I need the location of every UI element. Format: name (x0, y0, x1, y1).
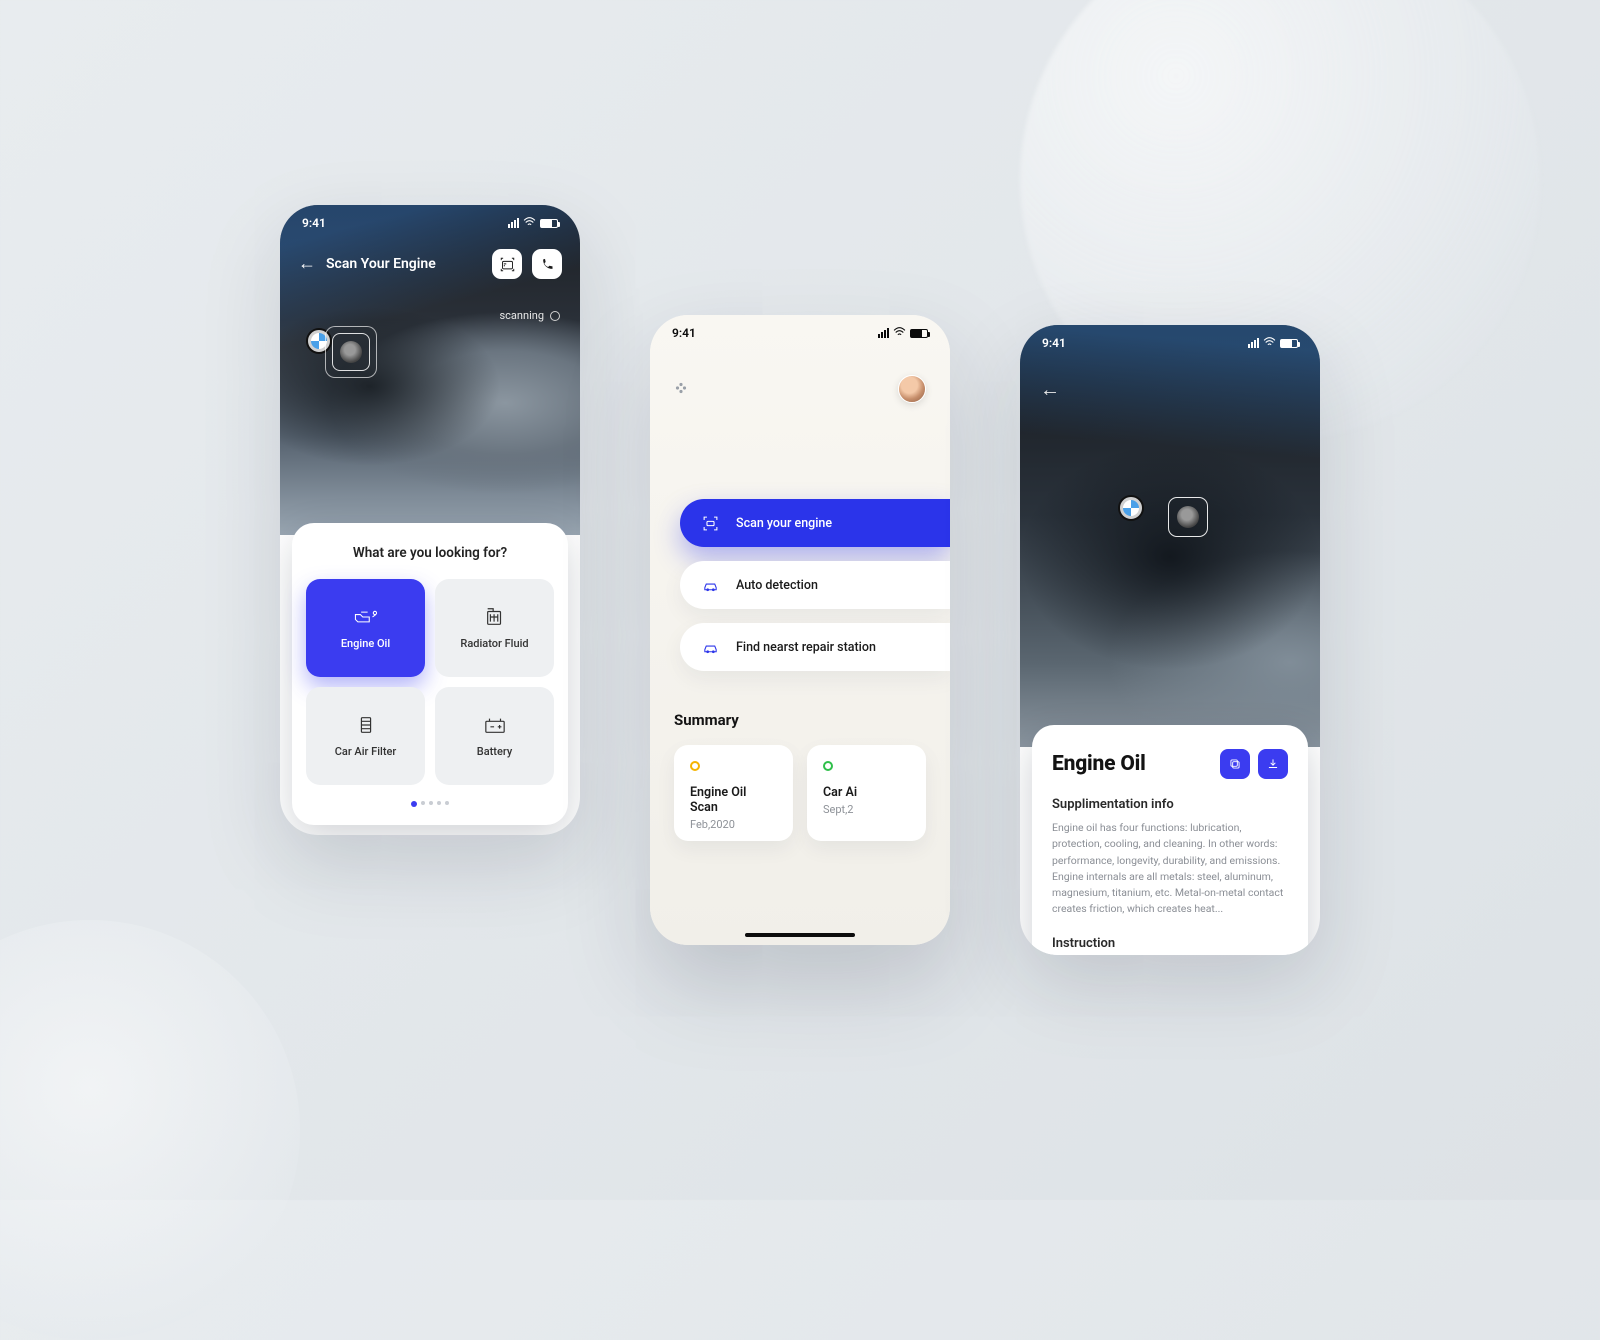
summary-heading: Summary (674, 711, 926, 729)
page-indicator (306, 801, 554, 807)
wifi-icon (893, 327, 906, 340)
action-list: Scan your engine Auto detection Find nea… (650, 499, 950, 671)
phone-scan-screen: 9:41 ← Scan Your Engine scanning What ar… (280, 205, 580, 835)
phone-home-screen: 9:41 Scan your engine (650, 315, 950, 945)
scan-status-indicator-icon (550, 311, 560, 321)
action-label: Auto detection (736, 578, 818, 593)
status-time: 9:41 (1042, 336, 1066, 350)
tile-label: Radiator Fluid (460, 637, 528, 650)
summary-card-date: Sept,2 (823, 803, 910, 816)
battery-icon (910, 329, 928, 338)
home-indicator[interactable] (745, 933, 855, 937)
tile-label: Engine Oil (341, 637, 390, 650)
section-body: Engine oil has four functions: lubricati… (1052, 820, 1288, 918)
action-find-repair[interactable]: Find nearst repair station (680, 623, 950, 671)
action-label: Find nearst repair station (736, 640, 876, 655)
status-dot-icon (823, 761, 833, 771)
category-sheet: What are you looking for? Engine Oil Rad… (292, 523, 568, 825)
action-label: Scan your engine (736, 516, 832, 531)
tile-label: Battery (477, 745, 512, 758)
action-auto-detection[interactable]: Auto detection (680, 561, 950, 609)
wifi-icon (1263, 337, 1276, 350)
signal-icon (1248, 338, 1259, 348)
status-time: 9:41 (302, 216, 326, 230)
bmw-badge-icon (1120, 497, 1142, 519)
summary-card[interactable]: Engine Oil Scan Feb,2020 (674, 745, 793, 841)
engine-oil-icon (353, 607, 379, 627)
status-bar: 9:41 (280, 205, 580, 241)
summary-card-title: Car Ai (823, 785, 910, 800)
status-bar: 9:41 (1020, 325, 1320, 361)
scan-status-label: scanning (500, 309, 545, 322)
radiator-icon (482, 607, 508, 627)
tile-radiator-fluid[interactable]: Radiator Fluid (435, 579, 554, 677)
section-heading: Supplimentation info (1052, 797, 1288, 812)
summary-card-date: Feb,2020 (690, 818, 777, 831)
copy-button[interactable] (1220, 749, 1250, 779)
tile-engine-oil[interactable]: Engine Oil (306, 579, 425, 677)
signal-icon (878, 328, 889, 338)
camera-mode-button[interactable] (492, 249, 522, 279)
section-heading: Instruction (1052, 936, 1288, 951)
tile-battery[interactable]: Battery (435, 687, 554, 785)
car-icon (700, 577, 720, 594)
battery-icon (540, 219, 558, 228)
scan-icon (700, 515, 720, 532)
tile-label: Car Air Filter (335, 745, 397, 758)
menu-icon[interactable] (674, 380, 688, 399)
call-button[interactable] (532, 249, 562, 279)
action-scan-engine[interactable]: Scan your engine (680, 499, 950, 547)
air-filter-icon (353, 715, 379, 735)
status-dot-icon (690, 761, 700, 771)
back-arrow-icon[interactable]: ← (298, 255, 316, 273)
status-bar: 9:41 (650, 315, 950, 351)
status-time: 9:41 (672, 326, 696, 340)
summary-card-title: Engine Oil Scan (690, 785, 777, 815)
summary-cards-row[interactable]: Engine Oil Scan Feb,2020 Car Ai Sept,2 (674, 745, 926, 841)
scan-status: scanning (500, 309, 561, 322)
scan-reticle-icon (332, 333, 370, 371)
detail-sheet: Engine Oil Supplimentation info Engine o… (1032, 725, 1308, 955)
detail-title: Engine Oil (1052, 752, 1212, 776)
download-button[interactable] (1258, 749, 1288, 779)
screen-header: ← Scan Your Engine (280, 249, 580, 279)
scan-reticle-icon (1168, 497, 1208, 537)
avatar[interactable] (898, 375, 926, 403)
tile-air-filter[interactable]: Car Air Filter (306, 687, 425, 785)
car-battery-icon (482, 715, 508, 735)
signal-icon (508, 218, 519, 228)
back-arrow-icon[interactable]: ← (1040, 377, 1060, 402)
page-title: Scan Your Engine (326, 256, 482, 272)
summary-card[interactable]: Car Ai Sept,2 (807, 745, 926, 841)
car-location-icon (700, 639, 720, 656)
sheet-title: What are you looking for? (306, 545, 554, 561)
battery-icon (1280, 339, 1298, 348)
engine-photo (1020, 325, 1320, 747)
phone-detail-screen: 9:41 ← Engine Oil Supplimentation info E… (1020, 325, 1320, 955)
wifi-icon (523, 217, 536, 230)
